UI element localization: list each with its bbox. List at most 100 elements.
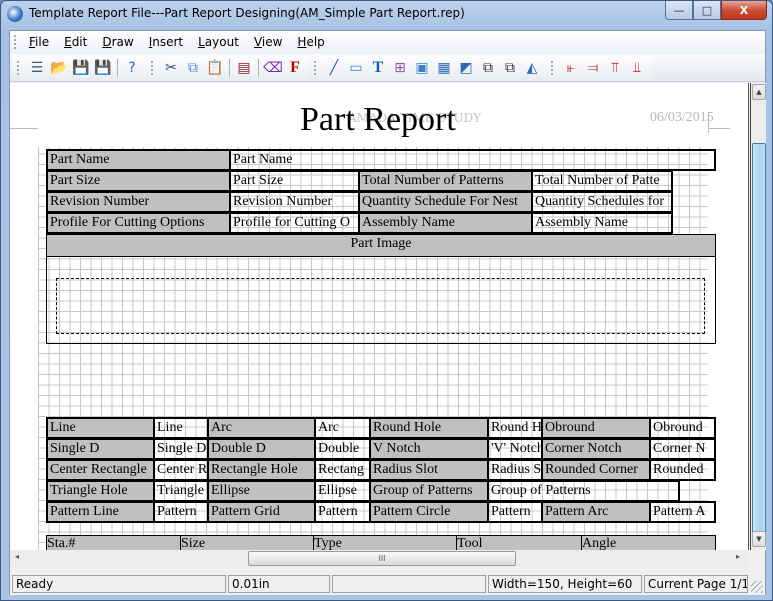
rectangle-tool-button[interactable]: ▭	[345, 57, 367, 79]
pattern-value[interactable]: Group of Patterns	[487, 480, 680, 502]
copy-button[interactable]: ⧉	[182, 57, 204, 79]
page-setup-button[interactable]: ▤	[233, 57, 255, 79]
menu-edit[interactable]: Edit	[58, 35, 96, 49]
close-button[interactable]: X	[721, 1, 767, 20]
scroll-right-icon[interactable]: ▸	[736, 552, 740, 561]
image-tool-button[interactable]: ◩	[455, 57, 477, 79]
pattern-label[interactable]: Arc	[207, 417, 316, 439]
column-header[interactable]: Type	[313, 535, 458, 550]
pattern-label[interactable]: Double D	[207, 438, 316, 460]
horizontal-scroll-thumb[interactable]: III	[248, 551, 516, 566]
save-as-button[interactable]: 💾	[92, 57, 114, 79]
pattern-label[interactable]: Radius Slot	[369, 459, 489, 481]
menu-view[interactable]: View	[248, 35, 291, 49]
pattern-label[interactable]: Pattern Grid	[207, 501, 316, 523]
eraser-button[interactable]: ⌫	[262, 57, 284, 79]
pattern-label[interactable]: Single D	[46, 438, 155, 460]
menu-file[interactable]: File	[23, 35, 58, 49]
pattern-value[interactable]: Pattern	[487, 501, 543, 523]
scroll-left-icon[interactable]: ◂	[15, 552, 19, 561]
toolbar-grip[interactable]	[151, 60, 154, 75]
field-label[interactable]: Part Name	[46, 149, 231, 171]
open-folder-button[interactable]: 📂	[48, 57, 70, 79]
vertical-scrollbar[interactable]: ▲ ▼	[750, 83, 766, 550]
pattern-value[interactable]: Center R	[153, 459, 209, 481]
table-tool-button[interactable]: ▦	[433, 57, 455, 79]
help-button[interactable]: ?	[121, 57, 143, 79]
resize-grip[interactable]	[751, 581, 763, 593]
field-value[interactable]: Part Name	[229, 149, 716, 171]
font-button[interactable]: F	[284, 57, 306, 79]
field-label[interactable]: Part Size	[46, 170, 231, 192]
menu-layout[interactable]: Layout	[192, 35, 248, 49]
pattern-label[interactable]: Pattern Line	[46, 501, 155, 523]
pattern-value[interactable]: Corner N	[649, 438, 716, 460]
pattern-label[interactable]: Corner Notch	[541, 438, 651, 460]
pattern-value[interactable]: 'V' Notch	[487, 438, 543, 460]
column-header[interactable]: Size	[180, 535, 315, 550]
cut-button[interactable]: ✂	[160, 57, 182, 79]
pattern-value[interactable]: Pattern	[153, 501, 209, 523]
title-bar[interactable]: Template Report File---Part Report Desig…	[1, 1, 772, 27]
align-top-button[interactable]: ⫪	[604, 57, 626, 79]
field-value[interactable]: Total Number of Patte	[531, 170, 673, 192]
send-back-button[interactable]: ⧉	[499, 57, 521, 79]
field-label[interactable]: Revision Number	[46, 191, 231, 213]
field-value[interactable]: Part Size	[229, 170, 360, 192]
report-date[interactable]: 06/03/2015	[650, 110, 714, 126]
report-title[interactable]: Part Report	[300, 101, 456, 139]
pattern-value[interactable]: Radius S	[487, 459, 543, 481]
column-header[interactable]: Sta.#	[46, 535, 182, 550]
pattern-label[interactable]: Rectangle Hole	[207, 459, 316, 481]
pattern-label[interactable]: Triangle Hole	[46, 480, 155, 502]
pattern-value[interactable]: Line	[153, 417, 209, 439]
pattern-label[interactable]: Pattern Arc	[541, 501, 651, 523]
align-bottom-button[interactable]: ⫫	[626, 57, 648, 79]
minimize-button[interactable]: —	[665, 1, 693, 20]
pattern-label[interactable]: Line	[46, 417, 155, 439]
vertical-scroll-thumb[interactable]	[752, 143, 766, 533]
chart-tool-button[interactable]: ◭	[521, 57, 543, 79]
pattern-label[interactable]: Obround	[541, 417, 651, 439]
new-button[interactable]: ☰	[26, 57, 48, 79]
field-label[interactable]: Total Number of Patterns	[358, 170, 533, 192]
field-value[interactable]: Quantity Schedules for	[531, 191, 673, 213]
horizontal-scrollbar[interactable]: ◂ III ▸	[10, 550, 749, 567]
pattern-value[interactable]: Double	[314, 438, 371, 460]
toolbar-grip[interactable]	[17, 60, 20, 75]
pattern-label[interactable]: Rounded Corner	[541, 459, 651, 481]
field-value[interactable]: Assembly Name	[531, 212, 673, 234]
pattern-label[interactable]: Pattern Circle	[369, 501, 489, 523]
pattern-label[interactable]: Round Hole	[369, 417, 489, 439]
toolbar-grip[interactable]	[314, 60, 317, 75]
pattern-value[interactable]: Round H	[487, 417, 543, 439]
field-value[interactable]: Profile for Cutting O	[229, 212, 360, 234]
menu-insert[interactable]: Insert	[143, 35, 192, 49]
align-left-button[interactable]: ⫦	[560, 57, 582, 79]
toolbar-grip[interactable]	[551, 60, 554, 75]
scroll-down-button[interactable]: ▼	[752, 531, 766, 547]
pattern-label[interactable]: V Notch	[369, 438, 489, 460]
report-page[interactable]: AMADA TIME STUDY Part Report 06/03/2015 …	[38, 101, 716, 550]
pattern-value[interactable]: Pattern A	[649, 501, 716, 523]
menubar-grip[interactable]	[14, 35, 17, 49]
pattern-value[interactable]: Obround	[649, 417, 716, 439]
pattern-value[interactable]: Single D	[153, 438, 209, 460]
pattern-value[interactable]: Arc	[314, 417, 371, 439]
maximize-button[interactable]: □	[693, 1, 721, 20]
pattern-value[interactable]: Ellipse	[314, 480, 371, 502]
menu-help[interactable]: Help	[291, 35, 333, 49]
part-image-header[interactable]: Part Image	[46, 234, 716, 257]
field-value[interactable]: Revision Number	[229, 191, 360, 213]
paste-button[interactable]: 📋	[204, 57, 226, 79]
report-design-canvas[interactable]: AMADA TIME STUDY Part Report 06/03/2015 …	[10, 83, 749, 550]
pattern-value[interactable]: Rectang	[314, 459, 371, 481]
pattern-label[interactable]: Center Rectangle	[46, 459, 155, 481]
column-header[interactable]: Angle	[581, 535, 716, 550]
menu-draw[interactable]: Draw	[96, 35, 142, 49]
pattern-value[interactable]: Pattern	[314, 501, 371, 523]
field-label[interactable]: Quantity Schedule For Nest	[358, 191, 533, 213]
save-button[interactable]: 💾	[70, 57, 92, 79]
field-label[interactable]: Assembly Name	[358, 212, 533, 234]
line-tool-button[interactable]: ╱	[323, 57, 345, 79]
